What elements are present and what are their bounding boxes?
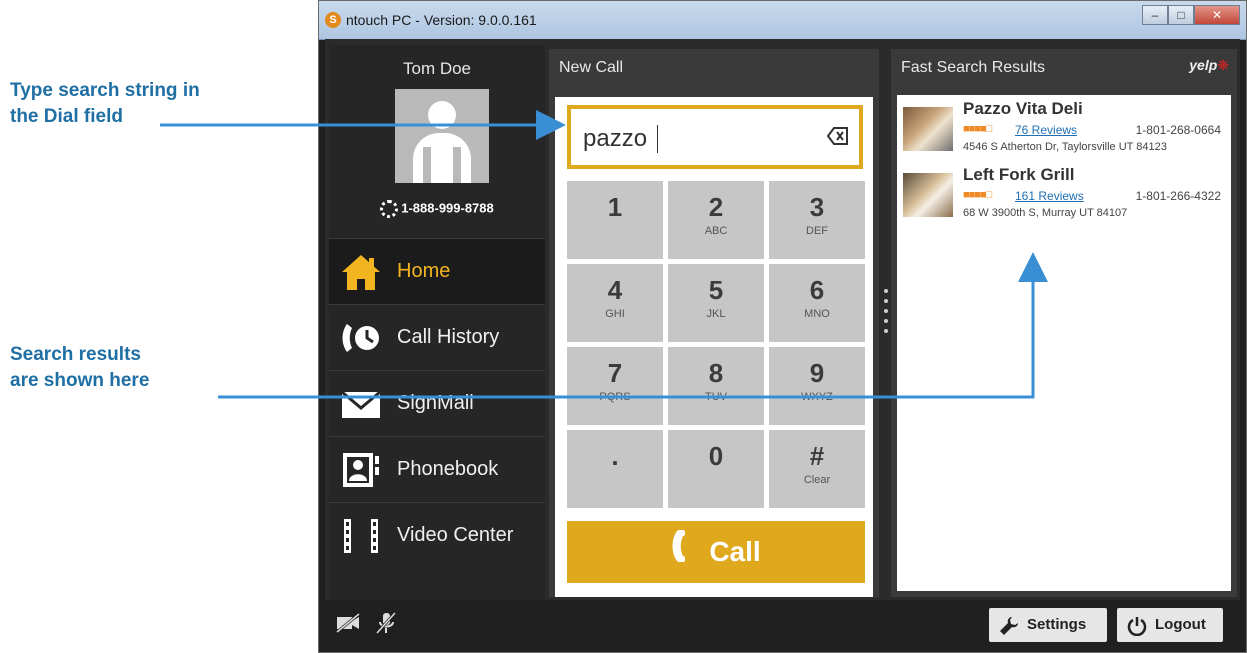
list-item[interactable]: Left Fork Grill ■■■■□ 161 Reviews 1-801-… bbox=[897, 161, 1231, 235]
app-logo-icon: S bbox=[325, 12, 341, 28]
video-off-icon[interactable] bbox=[335, 612, 361, 634]
key-dot[interactable]: . bbox=[567, 430, 663, 508]
key-8[interactable]: 8 TUV bbox=[668, 347, 764, 425]
sidebar-item-home[interactable]: Home bbox=[329, 238, 545, 304]
sidebar-item-phonebook[interactable]: Phonebook bbox=[329, 436, 545, 502]
sidebar-item-label: Video Center bbox=[397, 524, 514, 546]
result-thumbnail bbox=[903, 107, 953, 151]
key-hash-clear[interactable]: # Clear bbox=[769, 430, 865, 508]
sidebar-item-video-center[interactable]: Video Center bbox=[329, 502, 545, 568]
backspace-icon[interactable] bbox=[826, 127, 849, 145]
yelp-logo-icon: yelp❋ bbox=[1189, 57, 1229, 73]
sidebar-item-call-history[interactable]: Call History bbox=[329, 304, 545, 370]
minimize-button[interactable]: – bbox=[1142, 5, 1168, 25]
results-header: Fast Search Results bbox=[901, 59, 1046, 76]
phone-ring-icon bbox=[380, 200, 399, 218]
result-name: Pazzo Vita Deli bbox=[963, 99, 1083, 118]
result-address: 68 W 3900th S, Murray UT 84107 bbox=[963, 207, 1128, 219]
key-2[interactable]: 2 ABC bbox=[668, 181, 764, 259]
phonebook-icon bbox=[339, 450, 389, 490]
rating-stars-icon: ■■■■□ bbox=[963, 123, 992, 135]
results-list: Pazzo Vita Deli ■■■■□ 76 Reviews 1-801-2… bbox=[897, 95, 1231, 591]
key-4[interactable]: 4 GHI bbox=[567, 264, 663, 342]
sidebar: Tom Doe 1-888-999-8788 Home Call History… bbox=[329, 45, 545, 605]
callout-results: Search results are shown here bbox=[10, 342, 149, 394]
key-1[interactable]: 1 bbox=[567, 181, 663, 259]
text-caret bbox=[657, 125, 658, 153]
wrench-icon bbox=[999, 615, 1019, 635]
dial-input-value: pazzo bbox=[583, 125, 648, 152]
sidebar-item-label: Call History bbox=[397, 326, 500, 348]
reviews-link[interactable]: 76 Reviews bbox=[1015, 123, 1077, 137]
callout-dial-field: Type search string in the Dial field bbox=[10, 78, 200, 130]
maximize-button[interactable]: □ bbox=[1168, 5, 1194, 25]
panel-splitter[interactable] bbox=[884, 289, 890, 339]
dial-pad-area: pazzo 1 2 ABC 3 DEF 4 GHI 5 JKL 6 MNO 7 PQRS 8… bbox=[555, 97, 873, 597]
home-icon bbox=[339, 252, 389, 292]
logout-label: Logout bbox=[1155, 616, 1206, 633]
sidebar-item-signmail[interactable]: SignMail bbox=[329, 370, 545, 436]
callout-results-line2: are shown here bbox=[10, 370, 150, 391]
callout-dial-line2: the Dial field bbox=[10, 106, 123, 127]
window-title: ntouch PC - Version: 9.0.0.161 bbox=[346, 12, 537, 28]
result-thumbnail bbox=[903, 173, 953, 217]
sidebar-item-label: SignMail bbox=[397, 392, 474, 414]
avatar[interactable] bbox=[395, 89, 489, 183]
close-button[interactable]: ✕ bbox=[1194, 5, 1240, 25]
key-0[interactable]: 0 bbox=[668, 430, 764, 508]
logout-button[interactable]: Logout bbox=[1117, 608, 1223, 642]
settings-button[interactable]: Settings bbox=[989, 608, 1107, 642]
user-name: Tom Doe bbox=[402, 59, 472, 78]
user-phone-number: 1-888-999-8788 bbox=[329, 200, 545, 218]
phone-number-text: 1-888-999-8788 bbox=[401, 200, 494, 216]
settings-label: Settings bbox=[1027, 616, 1087, 633]
new-call-header: New Call bbox=[559, 59, 624, 76]
envelope-icon bbox=[339, 384, 389, 424]
sidebar-nav: Home Call History SignMail Phonebook Vid… bbox=[329, 238, 545, 568]
title-bar[interactable]: S ntouch PC - Version: 9.0.0.161 – □ ✕ bbox=[319, 1, 1246, 40]
callout-dial-line1: Type search string in bbox=[10, 80, 200, 101]
key-9[interactable]: 9 WXYZ bbox=[769, 347, 865, 425]
bottom-toolbar: Settings Logout bbox=[325, 600, 1240, 646]
sidebar-item-label: Phonebook bbox=[397, 458, 499, 480]
call-button-label: Call bbox=[709, 536, 761, 567]
result-phone: 1-801-266-4322 bbox=[1135, 189, 1221, 203]
reviews-link[interactable]: 161 Reviews bbox=[1015, 189, 1084, 203]
key-5[interactable]: 5 JKL bbox=[668, 264, 764, 342]
key-7[interactable]: 7 PQRS bbox=[567, 347, 663, 425]
result-phone: 1-801-268-0664 bbox=[1135, 123, 1221, 137]
list-item[interactable]: Pazzo Vita Deli ■■■■□ 76 Reviews 1-801-2… bbox=[897, 95, 1231, 169]
new-call-panel: New Call pazzo 1 2 ABC 3 DEF 4 GHI 5 JKL 6 MN… bbox=[549, 49, 879, 597]
window-controls: – □ ✕ bbox=[1142, 5, 1240, 25]
phone-icon bbox=[671, 523, 695, 585]
keypad: 1 2 ABC 3 DEF 4 GHI 5 JKL 6 MNO 7 PQRS 8 TUV 9W… bbox=[567, 181, 865, 508]
power-icon bbox=[1127, 615, 1147, 637]
call-history-icon bbox=[339, 318, 389, 358]
ntouch-window: S ntouch PC - Version: 9.0.0.161 – □ ✕ T… bbox=[318, 0, 1247, 653]
result-name: Left Fork Grill bbox=[963, 165, 1075, 184]
client-area: Tom Doe 1-888-999-8788 Home Call History… bbox=[325, 39, 1240, 646]
result-address: 4546 S Atherton Dr, Taylorsville UT 8412… bbox=[963, 141, 1167, 153]
dial-input[interactable]: pazzo bbox=[567, 105, 863, 169]
film-icon bbox=[339, 516, 389, 556]
sidebar-item-label: Home bbox=[397, 260, 451, 282]
mic-off-icon[interactable] bbox=[373, 611, 399, 635]
rating-stars-icon: ■■■■□ bbox=[963, 189, 992, 201]
callout-results-line1: Search results bbox=[10, 344, 141, 365]
fast-search-results-panel: Fast Search Results yelp❋ Pazzo Vita Del… bbox=[891, 49, 1237, 597]
call-button[interactable]: Call bbox=[567, 521, 865, 583]
key-3[interactable]: 3 DEF bbox=[769, 181, 865, 259]
key-6[interactable]: 6 MNO bbox=[769, 264, 865, 342]
